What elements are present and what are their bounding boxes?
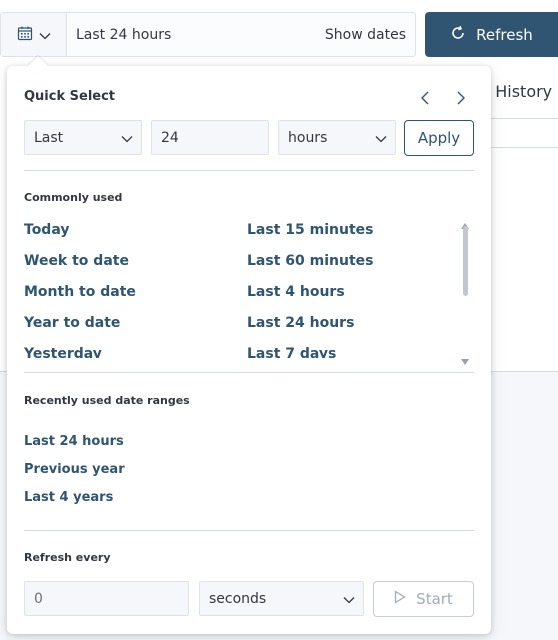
common-item-last-60-minutes[interactable]: Last 60 minutes xyxy=(247,253,373,269)
tense-select[interactable]: Last xyxy=(24,120,142,155)
recent-item-last-24-hours[interactable]: Last 24 hours xyxy=(24,434,124,449)
quick-select-toggle[interactable] xyxy=(1,13,67,56)
quantity-input[interactable]: 24 xyxy=(151,120,269,155)
common-item-today[interactable]: Today xyxy=(24,222,69,238)
common-item-last-7-days[interactable]: Last 7 days xyxy=(247,346,336,358)
chevron-down-icon xyxy=(121,131,133,147)
start-button[interactable]: Start xyxy=(373,581,474,617)
common-item-last-15-minutes[interactable]: Last 15 minutes xyxy=(247,222,373,238)
start-button-label: Start xyxy=(416,590,453,608)
chevron-left-icon xyxy=(418,91,434,112)
recent-item-previous-year[interactable]: Previous year xyxy=(24,462,125,477)
date-picker-popover: Quick Select Last 24 hours Apply Commonl… xyxy=(7,56,491,634)
chevron-right-icon xyxy=(452,91,468,112)
common-item-last-4-hours[interactable]: Last 4 hours xyxy=(247,284,345,300)
unit-select[interactable]: hours xyxy=(278,120,396,155)
scrollbar-thumb[interactable] xyxy=(463,226,468,296)
show-dates-button[interactable]: Show dates xyxy=(325,27,415,43)
previous-range-button[interactable] xyxy=(418,88,434,108)
tense-select-value: Last xyxy=(34,129,64,146)
chevron-down-icon xyxy=(343,592,355,608)
commonly-used-scrollbar[interactable] xyxy=(460,214,470,365)
next-range-button[interactable] xyxy=(452,88,468,108)
common-item-week-to-date[interactable]: Week to date xyxy=(24,253,129,269)
refresh-interval-input[interactable]: 0 xyxy=(24,581,189,616)
refresh-button-label: Refresh xyxy=(476,25,533,44)
refresh-every-title: Refresh every xyxy=(24,551,111,564)
refresh-button[interactable]: Refresh xyxy=(425,12,558,57)
refresh-unit-select[interactable]: seconds xyxy=(199,581,364,616)
chevron-down-icon xyxy=(375,131,387,147)
calendar-icon xyxy=(17,25,33,45)
common-item-year-to-date[interactable]: Year to date xyxy=(24,315,120,331)
popover-arrow xyxy=(28,56,48,76)
recent-item-last-4-years[interactable]: Last 4 years xyxy=(24,490,113,505)
quantity-input-value: 24 xyxy=(161,129,179,146)
date-picker-bar: Last 24 hours Show dates xyxy=(0,12,416,57)
apply-button[interactable]: Apply xyxy=(404,120,474,156)
commonly-used-title: Commonly used xyxy=(24,191,123,204)
scroll-down-icon[interactable] xyxy=(461,350,469,369)
unit-select-value: hours xyxy=(288,129,328,146)
commonly-used-list: Today Week to date Month to date Year to… xyxy=(24,212,474,358)
divider xyxy=(24,372,474,373)
divider xyxy=(24,530,474,531)
common-item-last-24-hours[interactable]: Last 24 hours xyxy=(247,315,354,331)
date-range-display[interactable]: Last 24 hours xyxy=(67,27,325,43)
quick-select-title: Quick Select xyxy=(24,89,116,104)
chevron-down-icon xyxy=(39,25,51,44)
divider xyxy=(24,170,474,171)
refresh-interval-value: 0 xyxy=(34,590,43,607)
play-icon xyxy=(394,590,406,608)
common-item-yesterday[interactable]: Yesterday xyxy=(24,346,102,358)
common-item-month-to-date[interactable]: Month to date xyxy=(24,284,136,300)
recently-used-title: Recently used date ranges xyxy=(24,394,190,407)
refresh-icon xyxy=(450,25,466,45)
refresh-unit-value: seconds xyxy=(209,590,267,607)
